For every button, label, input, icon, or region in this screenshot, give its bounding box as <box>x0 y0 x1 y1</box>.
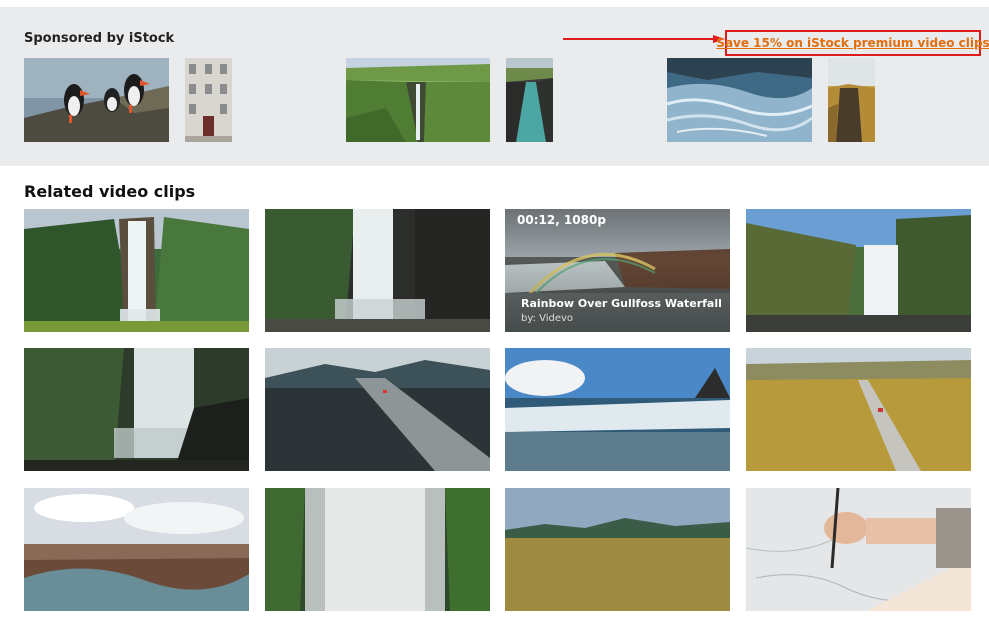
related-clip-3-hovered[interactable]: 00:12, 1080p Rainbow Over Gullfoss Water… <box>505 209 730 332</box>
building-image <box>185 58 232 142</box>
cliff-image <box>828 58 875 142</box>
sponsored-thumb-river-gorge[interactable] <box>506 58 553 142</box>
sponsored-thumb-green-canyon[interactable] <box>346 58 490 142</box>
waterfall-image <box>24 348 249 471</box>
related-clip-7[interactable] <box>505 348 730 471</box>
glacier-lagoon-image <box>505 348 730 471</box>
clip-meta: 00:12, 1080p <box>517 213 606 227</box>
waterfall-image <box>24 209 249 332</box>
waterfall-image <box>265 209 490 332</box>
related-clip-4[interactable] <box>746 209 971 332</box>
sponsored-thumb-puffins[interactable] <box>24 58 169 142</box>
clip-title: Rainbow Over Gullfoss Waterfall <box>521 297 722 310</box>
related-clip-11[interactable] <box>505 488 730 611</box>
road-image <box>265 348 490 471</box>
promo-box: Save 15% on iStock premium video clips <box>716 30 989 56</box>
promo-link[interactable]: Save 15% on iStock premium video clips <box>716 36 989 50</box>
related-clip-9[interactable] <box>24 488 249 611</box>
green-canyon-waterfall-image <box>346 58 490 142</box>
related-clip-10[interactable] <box>265 488 490 611</box>
top-strip <box>0 0 989 7</box>
sponsored-thumb-cliff[interactable] <box>828 58 875 142</box>
related-clip-12[interactable] <box>746 488 971 611</box>
river-gorge-image <box>506 58 553 142</box>
related-clip-6[interactable] <box>265 348 490 471</box>
sponsored-thumb-building[interactable] <box>185 58 232 142</box>
related-clip-8[interactable] <box>746 348 971 471</box>
sponsored-section: Sponsored by iStock Save 15% on iStock p… <box>0 7 989 166</box>
related-clip-1[interactable] <box>24 209 249 332</box>
sponsored-title: Sponsored by iStock <box>24 31 175 46</box>
mossy-plain-image <box>505 488 730 611</box>
river-landscape-image <box>24 488 249 611</box>
arrow-right-icon <box>563 35 725 43</box>
related-clip-2[interactable] <box>265 209 490 332</box>
map-drawing-image <box>746 488 971 611</box>
puffins-image <box>24 58 169 142</box>
glacier-image <box>667 58 812 142</box>
waterfall-closeup-image <box>265 488 490 611</box>
road-image <box>746 348 971 471</box>
waterfall-image <box>746 209 971 332</box>
related-clip-5[interactable] <box>24 348 249 471</box>
clip-author: by: Videvo <box>521 313 574 324</box>
sponsored-thumb-glacier[interactable] <box>667 58 812 142</box>
related-title: Related video clips <box>24 182 196 201</box>
